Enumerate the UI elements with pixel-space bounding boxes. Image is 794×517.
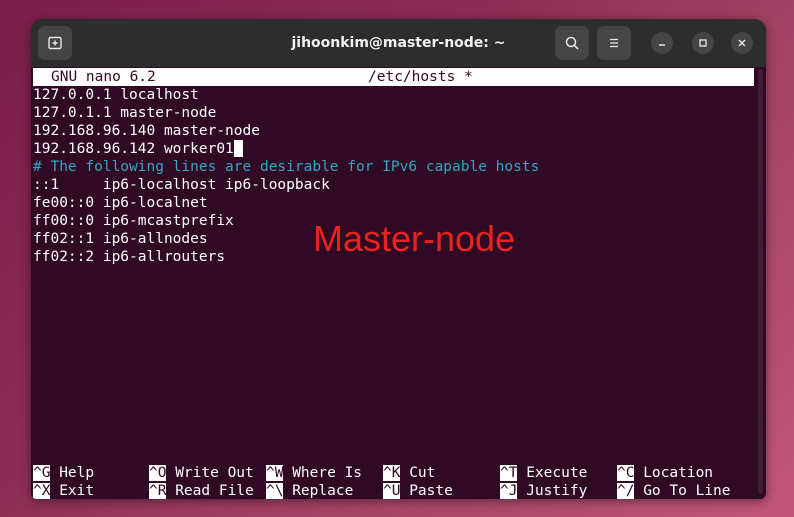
maximize-icon [699, 39, 707, 47]
shortcut-cut[interactable]: ^K Cut [383, 464, 435, 482]
shortcut-replace[interactable]: ^\ Replace [266, 482, 353, 499]
terminal-window: jihoonkim@master-node: ~ GNU nano 6.2 /e… [31, 19, 766, 499]
maximize-button[interactable] [692, 32, 714, 54]
close-button[interactable] [731, 32, 753, 54]
close-icon [738, 39, 746, 47]
file-line[interactable]: ff00::0 ip6-mcastprefix [33, 212, 234, 230]
minimize-button[interactable] [651, 32, 673, 54]
nano-filename: /etc/hosts * [368, 69, 473, 85]
title-bar: jihoonkim@master-node: ~ [31, 19, 766, 67]
file-line-current[interactable]: 192.168.96.142 worker01 [33, 140, 243, 158]
file-line[interactable]: ::1 ip6-localhost ip6-loopback [33, 176, 330, 194]
file-line[interactable]: ff02::1 ip6-allnodes [33, 230, 208, 248]
search-icon [565, 36, 579, 50]
file-line[interactable]: fe00::0 ip6-localnet [33, 194, 208, 212]
hamburger-menu-icon [610, 38, 618, 48]
text-cursor [233, 140, 243, 157]
menu-button[interactable] [597, 26, 631, 60]
file-line[interactable]: ff02::2 ip6-allrouters [33, 248, 225, 266]
terminal-content[interactable]: GNU nano 6.2/etc/hosts * 127.0.0.1 local… [33, 67, 758, 499]
minimize-icon [659, 44, 665, 46]
shortcut-justify[interactable]: ^J Justify [500, 482, 587, 499]
new-tab-icon [48, 36, 62, 50]
search-button[interactable] [555, 26, 589, 60]
file-line[interactable]: 192.168.96.140 master-node [33, 122, 260, 140]
shortcut-where-is[interactable]: ^W Where Is [266, 464, 362, 482]
shortcut-help[interactable]: ^G Help [33, 464, 94, 482]
shortcut-execute[interactable]: ^T Execute [500, 464, 587, 482]
nano-header: GNU nano 6.2/etc/hosts * [33, 68, 754, 86]
terminal-scrollbar[interactable] [758, 69, 763, 494]
shortcut-go-to-line[interactable]: ^/ Go To Line [617, 482, 731, 499]
shortcut-write-out[interactable]: ^O Write Out [149, 464, 254, 482]
master-node-annotation: Master-node [313, 218, 516, 259]
file-line-text: 192.168.96.142 worker01 [33, 141, 234, 157]
shortcut-read-file[interactable]: ^R Read File [149, 482, 254, 499]
file-line[interactable]: 127.0.0.1 localhost [33, 86, 199, 104]
file-line-comment[interactable]: # The following lines are desirable for … [33, 158, 539, 176]
new-tab-button[interactable] [38, 26, 72, 60]
shortcut-location[interactable]: ^C Location [617, 464, 713, 482]
file-line[interactable]: 127.0.1.1 master-node [33, 104, 216, 122]
shortcut-exit[interactable]: ^X Exit [33, 482, 94, 499]
nano-version: GNU nano 6.2 [51, 69, 156, 85]
shortcut-paste[interactable]: ^U Paste [383, 482, 453, 499]
